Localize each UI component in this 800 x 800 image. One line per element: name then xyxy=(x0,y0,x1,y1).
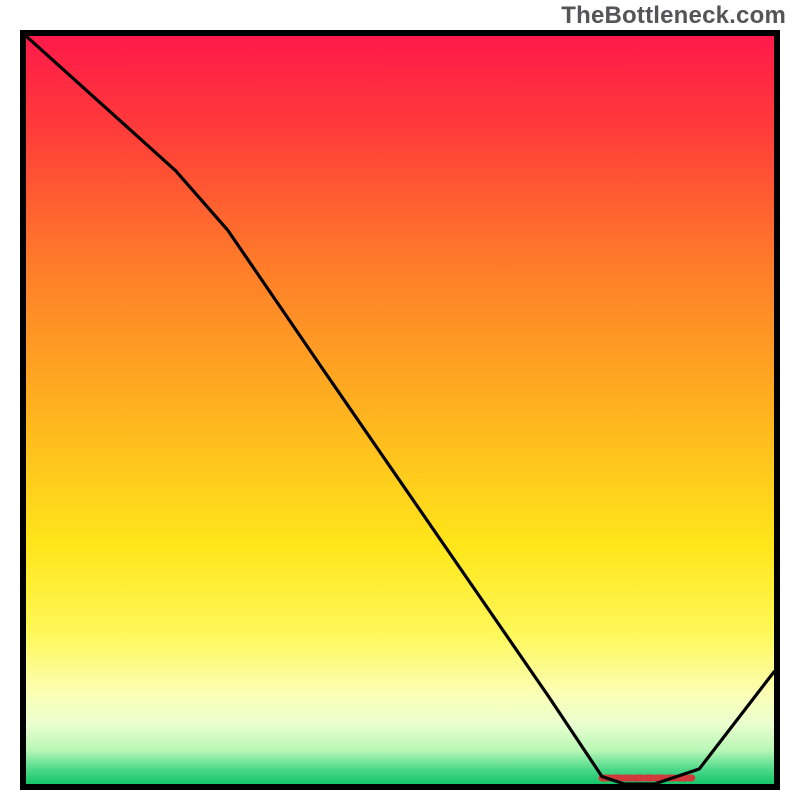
gradient-background xyxy=(26,36,774,784)
plot-svg xyxy=(26,36,774,784)
plot-area xyxy=(20,30,780,790)
chart-container: TheBottleneck.com xyxy=(0,0,800,800)
watermark-text: TheBottleneck.com xyxy=(561,2,786,30)
